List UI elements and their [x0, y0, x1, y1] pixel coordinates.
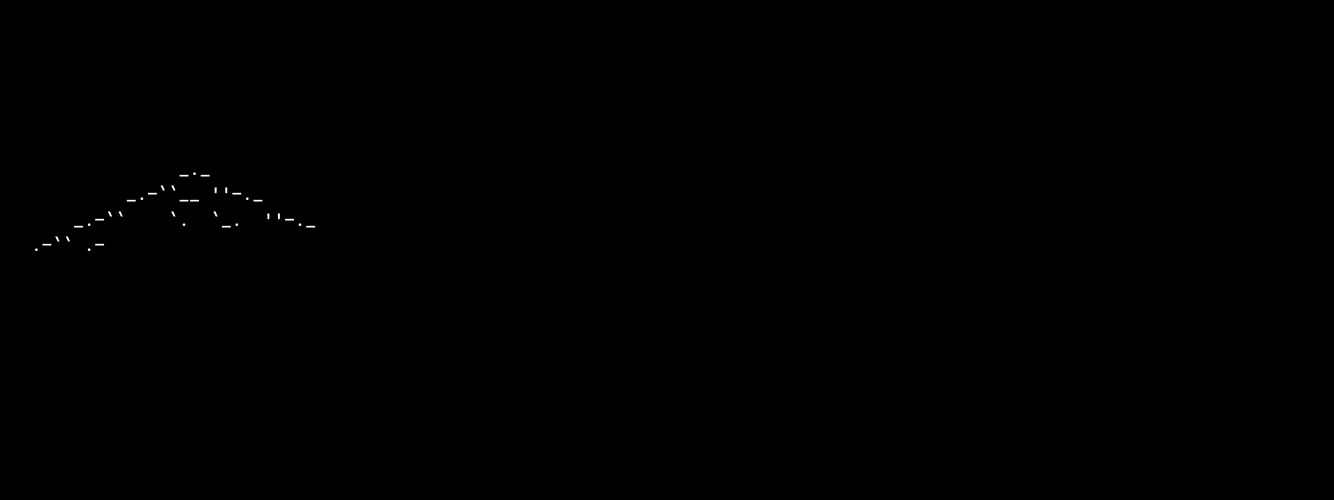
redis-ascii-logo: _._ _.-``__ ''-._ _.-`` `. `_. ''-._ .-`…	[10, 157, 1324, 258]
